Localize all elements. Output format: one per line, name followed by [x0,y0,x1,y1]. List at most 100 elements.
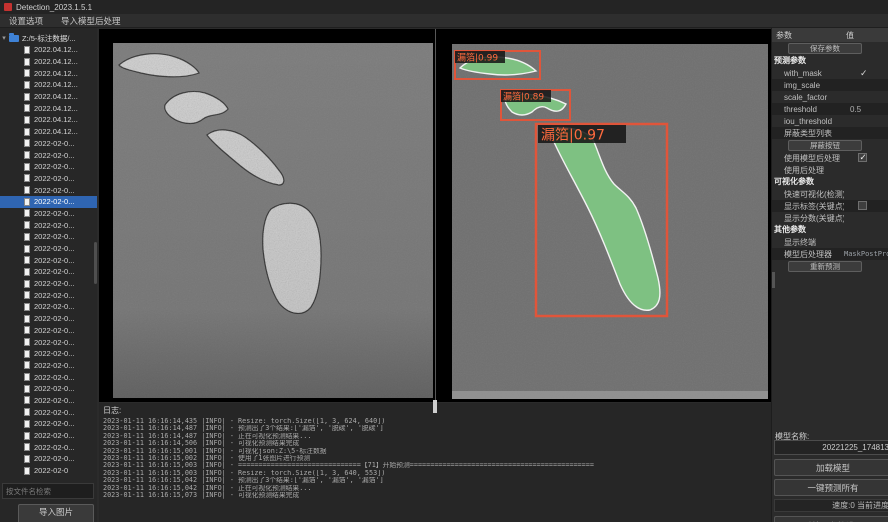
tree-item[interactable]: 2022-02-0... [0,395,97,407]
import-images-button[interactable]: 导入图片 [18,504,94,522]
tree-item[interactable]: 2022-02-0... [0,231,97,243]
panel-divider[interactable] [435,29,436,402]
file-icon [24,385,30,393]
file-name: 2022.04.12... [34,45,78,54]
tree-item[interactable]: 2022.04.12... [0,44,97,56]
tree-item[interactable]: 2022-02-0... [0,254,97,266]
file-icon [24,256,30,264]
param-value[interactable] [844,153,888,164]
tree-item[interactable]: 2022-02-0... [0,336,97,348]
tree-root[interactable]: ▾ Z:/5-标注数据/... [0,32,97,44]
tree-item[interactable]: 2022-02-0... [0,383,97,395]
param-value[interactable] [844,201,888,212]
tree-item[interactable]: 2022.04.12... [0,67,97,79]
param-value[interactable]: ✓ [844,68,888,79]
param-row[interactable]: 显示分数(关键点) [772,212,888,224]
param-row[interactable]: img_scale [772,79,888,91]
checkbox-empty[interactable] [858,201,867,210]
raw-image-panel[interactable] [113,43,433,398]
menu-item[interactable]: 设置选项 [0,14,52,28]
tree-item[interactable]: 2022.04.12... [0,126,97,138]
file-icon [24,455,30,463]
param-row[interactable]: 屏蔽类型列表 [772,127,888,139]
param-row[interactable]: with_mask✓ [772,67,888,79]
postprocess-settings-button[interactable]: 后处理参数设置 [774,516,888,522]
param-label: 显示分数(关键点) [772,213,844,224]
file-icon [24,303,30,311]
param-action-button[interactable]: 重新预测 [788,261,862,272]
app-title: Detection_2023.1.5.1 [16,3,92,12]
tree-item[interactable]: 2022-02-0... [0,418,97,430]
tree-item[interactable]: 2022-02-0... [0,348,97,360]
file-name: 2022-02-0... [34,338,74,347]
app-window: Detection_2023.1.5.1 设置选项导入模型后处理 ▾ Z:/5-… [0,0,888,522]
param-value[interactable]: MaskPostPro [844,250,888,258]
param-label: 显示标签(关键点) [772,201,844,212]
file-icon [24,104,30,112]
param-row[interactable]: 显示标签(关键点) [772,200,888,212]
params-scrollbar[interactable] [772,272,775,288]
param-row[interactable]: scale_factor [772,91,888,103]
menu-item[interactable]: 导入模型后处理 [52,14,130,28]
checkbox-checked[interactable] [858,153,867,162]
param-row[interactable]: 显示终端 [772,236,888,248]
tree-item[interactable]: 2022-02-0... [0,313,97,325]
param-row[interactable]: 使用模型后处理 [772,152,888,164]
tree-item[interactable]: 2022.04.12... [0,56,97,68]
param-action-button[interactable]: 屏蔽按钮 [788,140,862,151]
tree-item[interactable]: 2022-02-0... [0,371,97,383]
tree-item[interactable]: 2022-02-0... [0,453,97,465]
sidebar-scrollbar[interactable] [94,242,97,284]
param-row[interactable]: 模型后处理器MaskPostPro [772,248,888,260]
tree-item[interactable]: 2022-02-0 [0,465,97,477]
tree-item[interactable]: 2022-02-0... [0,149,97,161]
file-icon [24,467,30,475]
tree-item[interactable]: 2022-02-0... [0,196,97,208]
prediction-image-panel[interactable]: 漏箔|0.99 漏箔|0.89 漏箔|0.97 [452,44,768,399]
file-name-search-input[interactable] [2,483,94,499]
splitter-handle[interactable] [433,400,437,413]
param-row[interactable]: 使用后处理 [772,164,888,176]
model-name-field[interactable]: 20221225_174813 [774,440,888,455]
tree-item[interactable]: 2022-02-0... [0,325,97,337]
param-action-button[interactable]: 保存参数 [788,43,862,54]
tree-item[interactable]: 2022-02-0... [0,301,97,313]
param-label: 快速可视化(检测) [772,189,844,200]
detection-label-1: 漏箔|0.99 [457,52,498,64]
file-name: 2022-02-0... [34,186,74,195]
chevron-down-icon[interactable]: ▾ [0,34,8,42]
param-value[interactable]: 0.5 [844,105,888,114]
tree-item[interactable]: 2022-02-0... [0,406,97,418]
file-icon [24,151,30,159]
log-line: 2023-01-11 16:16:15,042 |INFO| - 正在可视化预测… [103,485,767,492]
tree-item[interactable]: 2022-02-0... [0,184,97,196]
tree-item[interactable]: 2022-02-0... [0,208,97,220]
param-label: iou_threshold [772,117,844,126]
tree-item[interactable]: 2022-02-0... [0,243,97,255]
tree-item[interactable]: 2022-02-0... [0,161,97,173]
log-line: 2023-01-11 16:16:15,042 |INFO| - 预测出了3个结… [103,477,767,484]
tree-item[interactable]: 2022-02-0... [0,138,97,150]
file-icon [24,81,30,89]
tree-item[interactable]: 2022-02-0... [0,441,97,453]
tree-item[interactable]: 2022.04.12... [0,114,97,126]
load-model-button[interactable]: 加载模型 [774,459,888,476]
tree-item[interactable]: 2022.04.12... [0,102,97,114]
tree-item[interactable]: 2022-02-0... [0,289,97,301]
tree-item[interactable]: 2022.04.12... [0,91,97,103]
file-icon [24,93,30,101]
tree-item[interactable]: 2022-02-0... [0,219,97,231]
tree-item[interactable]: 2022.04.12... [0,79,97,91]
tree-item[interactable]: 2022-02-0... [0,278,97,290]
param-row[interactable]: 快速可视化(检测) [772,188,888,200]
log-panel[interactable]: 日志: 2023-01-11 16:16:14,435 |INFO| - Res… [99,403,771,522]
tree-item[interactable]: 2022-02-0... [0,360,97,372]
tree-item[interactable]: 2022-02-0... [0,266,97,278]
predict-all-button[interactable]: 一键预测所有 [774,479,888,496]
param-row[interactable]: threshold0.5 [772,103,888,115]
param-row[interactable]: iou_threshold [772,115,888,127]
file-name: 2022-02-0... [34,174,74,183]
file-icon [24,139,30,147]
tree-item[interactable]: 2022-02-0... [0,430,97,442]
tree-item[interactable]: 2022-02-0... [0,173,97,185]
